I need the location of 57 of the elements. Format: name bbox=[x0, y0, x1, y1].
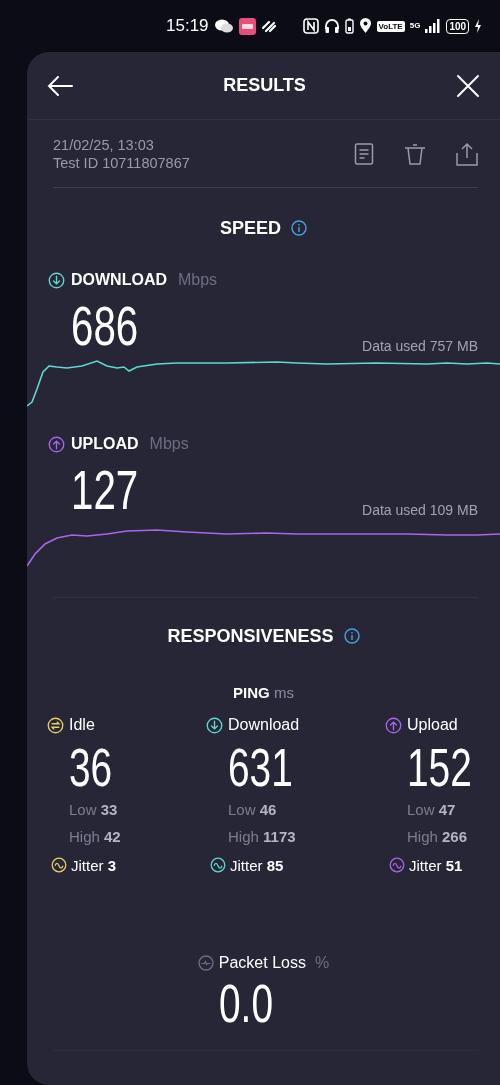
location-icon bbox=[358, 18, 372, 34]
jitter-value: Jitter 3 bbox=[71, 856, 117, 874]
wave-icon bbox=[51, 857, 67, 873]
jitter-value: Jitter 51 bbox=[409, 856, 463, 874]
speed-label: UPLOAD bbox=[71, 435, 139, 453]
signal-icon bbox=[425, 19, 442, 33]
data-used-label: Data used 757 MB bbox=[362, 338, 478, 354]
chat-bubbles-icon bbox=[213, 18, 234, 34]
battery-icon bbox=[344, 18, 354, 34]
volte-label: VoLTE bbox=[376, 20, 405, 32]
battery-level: 100 bbox=[446, 18, 470, 34]
high-value: High 42 bbox=[69, 827, 122, 847]
document-button[interactable] bbox=[354, 141, 374, 166]
data-used-label: Data used 109 MB bbox=[362, 502, 478, 518]
wave-icon bbox=[210, 857, 226, 873]
packet-loss-value: 0.0 bbox=[218, 974, 273, 1032]
ping-value: 152 bbox=[407, 738, 472, 796]
test-date: 21/02/25, 13:03 bbox=[53, 135, 155, 154]
network-label: 5G bbox=[409, 22, 421, 30]
bolt-icon bbox=[474, 19, 483, 33]
high-value: High 1173 bbox=[228, 827, 297, 847]
speed-value: 127 bbox=[71, 462, 139, 518]
back-button[interactable] bbox=[47, 74, 73, 97]
clock-time: 15:19 bbox=[166, 16, 209, 36]
ping-label: Upload bbox=[407, 716, 458, 734]
info-icon[interactable] bbox=[343, 628, 360, 644]
headphones-icon bbox=[323, 18, 340, 34]
ping-label: Download bbox=[228, 716, 300, 734]
low-value: Low 47 bbox=[407, 800, 457, 820]
share-button[interactable] bbox=[456, 141, 478, 166]
ping-title: PING ms bbox=[233, 684, 294, 701]
high-value: High 266 bbox=[407, 827, 469, 847]
speed-unit: Mbps bbox=[149, 435, 189, 453]
low-value: Low 33 bbox=[69, 800, 119, 820]
close-button[interactable] bbox=[456, 73, 480, 98]
pulse-icon bbox=[197, 955, 214, 971]
info-icon[interactable] bbox=[291, 220, 307, 236]
jitter-value: Jitter 85 bbox=[230, 856, 284, 874]
section-title: SPEED bbox=[220, 217, 281, 239]
test-id: Test ID 10711807867 bbox=[53, 153, 190, 172]
app-icon bbox=[238, 17, 256, 35]
page-title: RESULTS bbox=[223, 75, 306, 96]
delete-button[interactable] bbox=[404, 141, 426, 166]
speed-unit: Mbps bbox=[178, 271, 218, 289]
speed-label: DOWNLOAD bbox=[71, 271, 167, 289]
speed-value: 686 bbox=[71, 298, 139, 354]
nfc-icon bbox=[302, 18, 319, 34]
ping-value: 631 bbox=[228, 738, 293, 796]
ping-value: 36 bbox=[69, 738, 113, 796]
low-value: Low 46 bbox=[228, 800, 278, 820]
packet-loss-unit: % bbox=[314, 954, 330, 972]
stripes-icon bbox=[260, 19, 277, 33]
wave-icon bbox=[389, 857, 405, 873]
arrows-icon bbox=[47, 716, 64, 734]
section-title: RESPONSIVENESS bbox=[167, 625, 334, 647]
packet-loss-label: Packet Loss bbox=[218, 954, 306, 972]
ping-label: Idle bbox=[69, 716, 95, 734]
